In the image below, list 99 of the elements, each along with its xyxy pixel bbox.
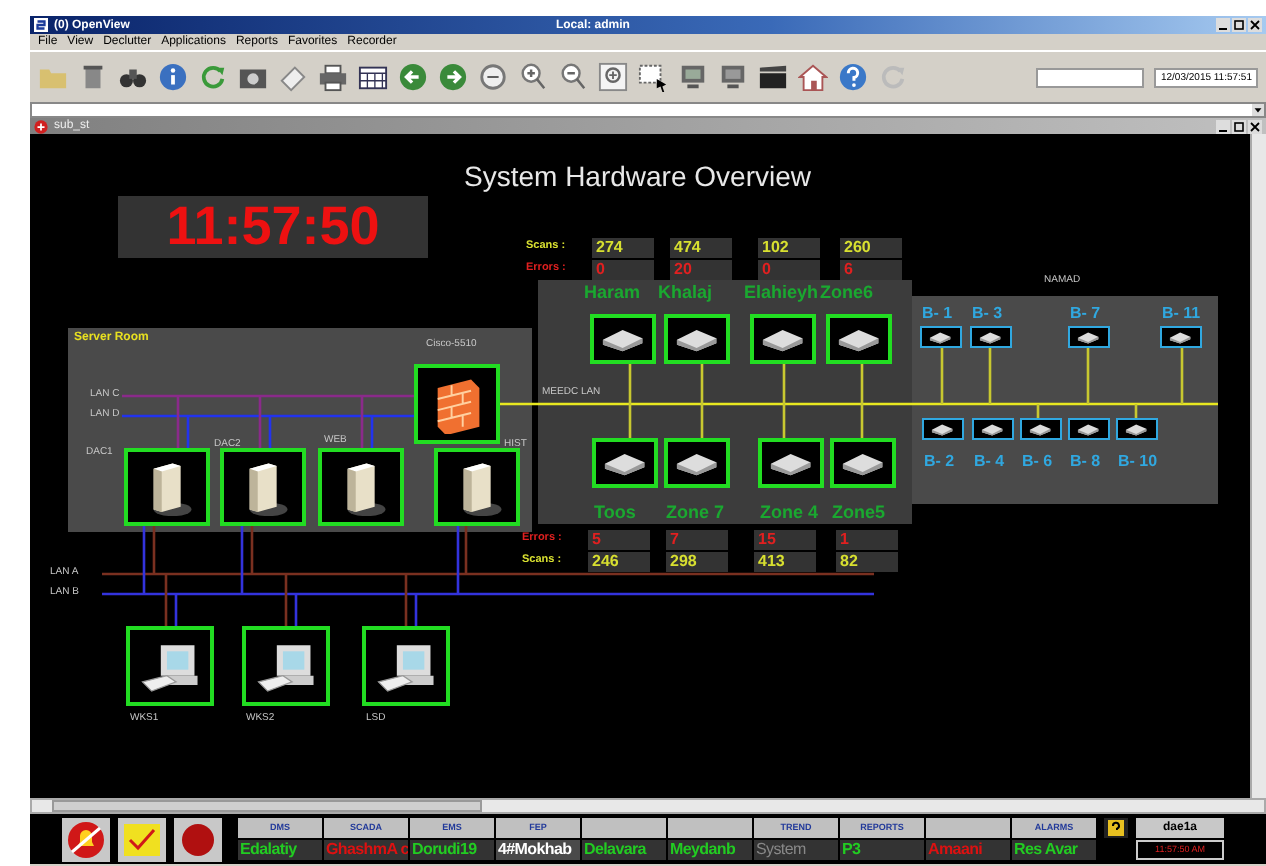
zoom-fit-icon[interactable] bbox=[598, 62, 628, 92]
station-value[interactable]: Dorudi19 bbox=[410, 840, 494, 860]
app-icon bbox=[34, 18, 48, 32]
maximize-icon[interactable] bbox=[1232, 119, 1246, 133]
firewall-node[interactable] bbox=[414, 364, 500, 444]
scans-count: 413 bbox=[754, 552, 816, 572]
monitor-icon[interactable] bbox=[718, 62, 748, 92]
switch-node[interactable] bbox=[664, 314, 730, 364]
select-icon[interactable] bbox=[638, 62, 668, 92]
station-value[interactable]: 4#Mokhab bbox=[496, 840, 580, 860]
site-label: Zone 7 bbox=[666, 502, 725, 522]
station-value[interactable]: Res Avar bbox=[1012, 840, 1096, 860]
switch-node[interactable] bbox=[970, 326, 1012, 348]
scans-count: 82 bbox=[836, 552, 898, 572]
station-value[interactable]: P3 bbox=[840, 840, 924, 860]
scans-count: 260 bbox=[840, 238, 902, 258]
node-label: B- 8 bbox=[1070, 452, 1101, 470]
switch-node[interactable] bbox=[922, 418, 964, 440]
node-label: B- 2 bbox=[924, 452, 955, 470]
server-node[interactable] bbox=[318, 448, 404, 526]
node-label: B- 3 bbox=[972, 304, 1003, 322]
stop-button-icon[interactable] bbox=[174, 817, 222, 861]
trash-icon[interactable] bbox=[78, 62, 108, 92]
node-label: B- 4 bbox=[974, 452, 1005, 470]
node-label: B- 7 bbox=[1070, 304, 1101, 322]
scans-count: 102 bbox=[758, 238, 820, 258]
scans-count: 298 bbox=[666, 552, 728, 572]
address-field[interactable] bbox=[30, 102, 1266, 118]
station-value[interactable]: Edalatiy bbox=[238, 840, 322, 860]
errors-count: 0 bbox=[758, 260, 820, 280]
clapperboard-icon[interactable] bbox=[758, 62, 788, 92]
horizontal-scrollbar[interactable] bbox=[30, 798, 1266, 814]
errors-count: 6 bbox=[840, 260, 902, 280]
switch-node[interactable] bbox=[1068, 418, 1110, 440]
site-label: Zone6 bbox=[820, 282, 874, 302]
switch-node[interactable] bbox=[750, 314, 816, 364]
switch-node[interactable] bbox=[826, 314, 892, 364]
errors-count: 20 bbox=[670, 260, 732, 280]
scans-count: 246 bbox=[588, 552, 650, 572]
switch-node[interactable] bbox=[1068, 326, 1110, 348]
scans-count: 274 bbox=[592, 238, 654, 258]
workstation-node[interactable] bbox=[242, 626, 330, 706]
workstation-node[interactable] bbox=[126, 626, 214, 706]
node-label: B- 10 bbox=[1118, 452, 1158, 470]
monitor-icon[interactable] bbox=[678, 62, 708, 92]
site-label: Zone5 bbox=[832, 502, 886, 522]
switch-node[interactable] bbox=[758, 438, 824, 488]
clock-display: 11:57:50 bbox=[118, 196, 428, 258]
server-node[interactable] bbox=[434, 448, 520, 526]
zoom-out-icon[interactable] bbox=[558, 62, 588, 92]
station-value[interactable]: Delavara bbox=[582, 840, 666, 860]
close-icon[interactable] bbox=[1248, 18, 1262, 32]
info-icon[interactable] bbox=[158, 62, 188, 92]
switch-node[interactable] bbox=[972, 418, 1014, 440]
dropdown-arrow-icon[interactable] bbox=[1252, 104, 1264, 116]
site-label: Zone 4 bbox=[760, 502, 819, 522]
workstation-node[interactable] bbox=[362, 626, 450, 706]
node-label: B- 6 bbox=[1022, 452, 1053, 470]
switch-node[interactable] bbox=[664, 438, 730, 488]
node-label: B- 11 bbox=[1162, 304, 1201, 322]
errors-count: 5 bbox=[588, 530, 650, 550]
site-label: Khalaj bbox=[658, 282, 713, 302]
zoom-in-icon[interactable] bbox=[518, 62, 548, 92]
scroll-thumb[interactable] bbox=[52, 800, 482, 812]
maximize-icon[interactable] bbox=[1232, 18, 1246, 32]
checkmark-icon[interactable] bbox=[118, 817, 166, 861]
alarm-bell-icon[interactable] bbox=[62, 817, 110, 861]
search-field[interactable] bbox=[1036, 67, 1145, 87]
site-label: Haram bbox=[584, 282, 641, 302]
server-node[interactable] bbox=[124, 448, 210, 526]
switch-node[interactable] bbox=[1116, 418, 1158, 440]
switch-node[interactable] bbox=[1020, 418, 1062, 440]
switch-node[interactable] bbox=[830, 438, 896, 488]
station-value[interactable]: Meydanb bbox=[668, 840, 752, 860]
help-icon[interactable] bbox=[1104, 818, 1128, 838]
node-label: B- 1 bbox=[922, 304, 953, 322]
printer-icon[interactable] bbox=[318, 62, 348, 92]
forward-icon[interactable] bbox=[438, 62, 468, 92]
close-icon[interactable] bbox=[1248, 119, 1262, 133]
site-label: Elahieyh bbox=[744, 282, 819, 302]
errors-count: 15 bbox=[754, 530, 816, 550]
back-icon[interactable] bbox=[398, 62, 428, 92]
errors-count: 1 bbox=[836, 530, 898, 550]
minimize-icon[interactable] bbox=[1216, 18, 1230, 32]
vertical-scrollbar[interactable] bbox=[1250, 134, 1266, 798]
switch-node[interactable] bbox=[592, 438, 658, 488]
minimize-icon[interactable] bbox=[1216, 119, 1230, 133]
errors-count: 0 bbox=[592, 260, 654, 280]
switch-node[interactable] bbox=[590, 314, 656, 364]
display-title: System Hardware Overview bbox=[464, 160, 811, 192]
home-icon[interactable] bbox=[798, 62, 828, 92]
server-node[interactable] bbox=[220, 448, 306, 526]
switch-node[interactable] bbox=[920, 326, 962, 348]
site-label: Toos bbox=[594, 502, 636, 522]
table-icon[interactable] bbox=[358, 62, 388, 92]
scans-count: 474 bbox=[670, 238, 732, 258]
switch-node[interactable] bbox=[1160, 326, 1202, 348]
app-icon bbox=[34, 119, 48, 133]
errors-count: 7 bbox=[666, 530, 728, 550]
